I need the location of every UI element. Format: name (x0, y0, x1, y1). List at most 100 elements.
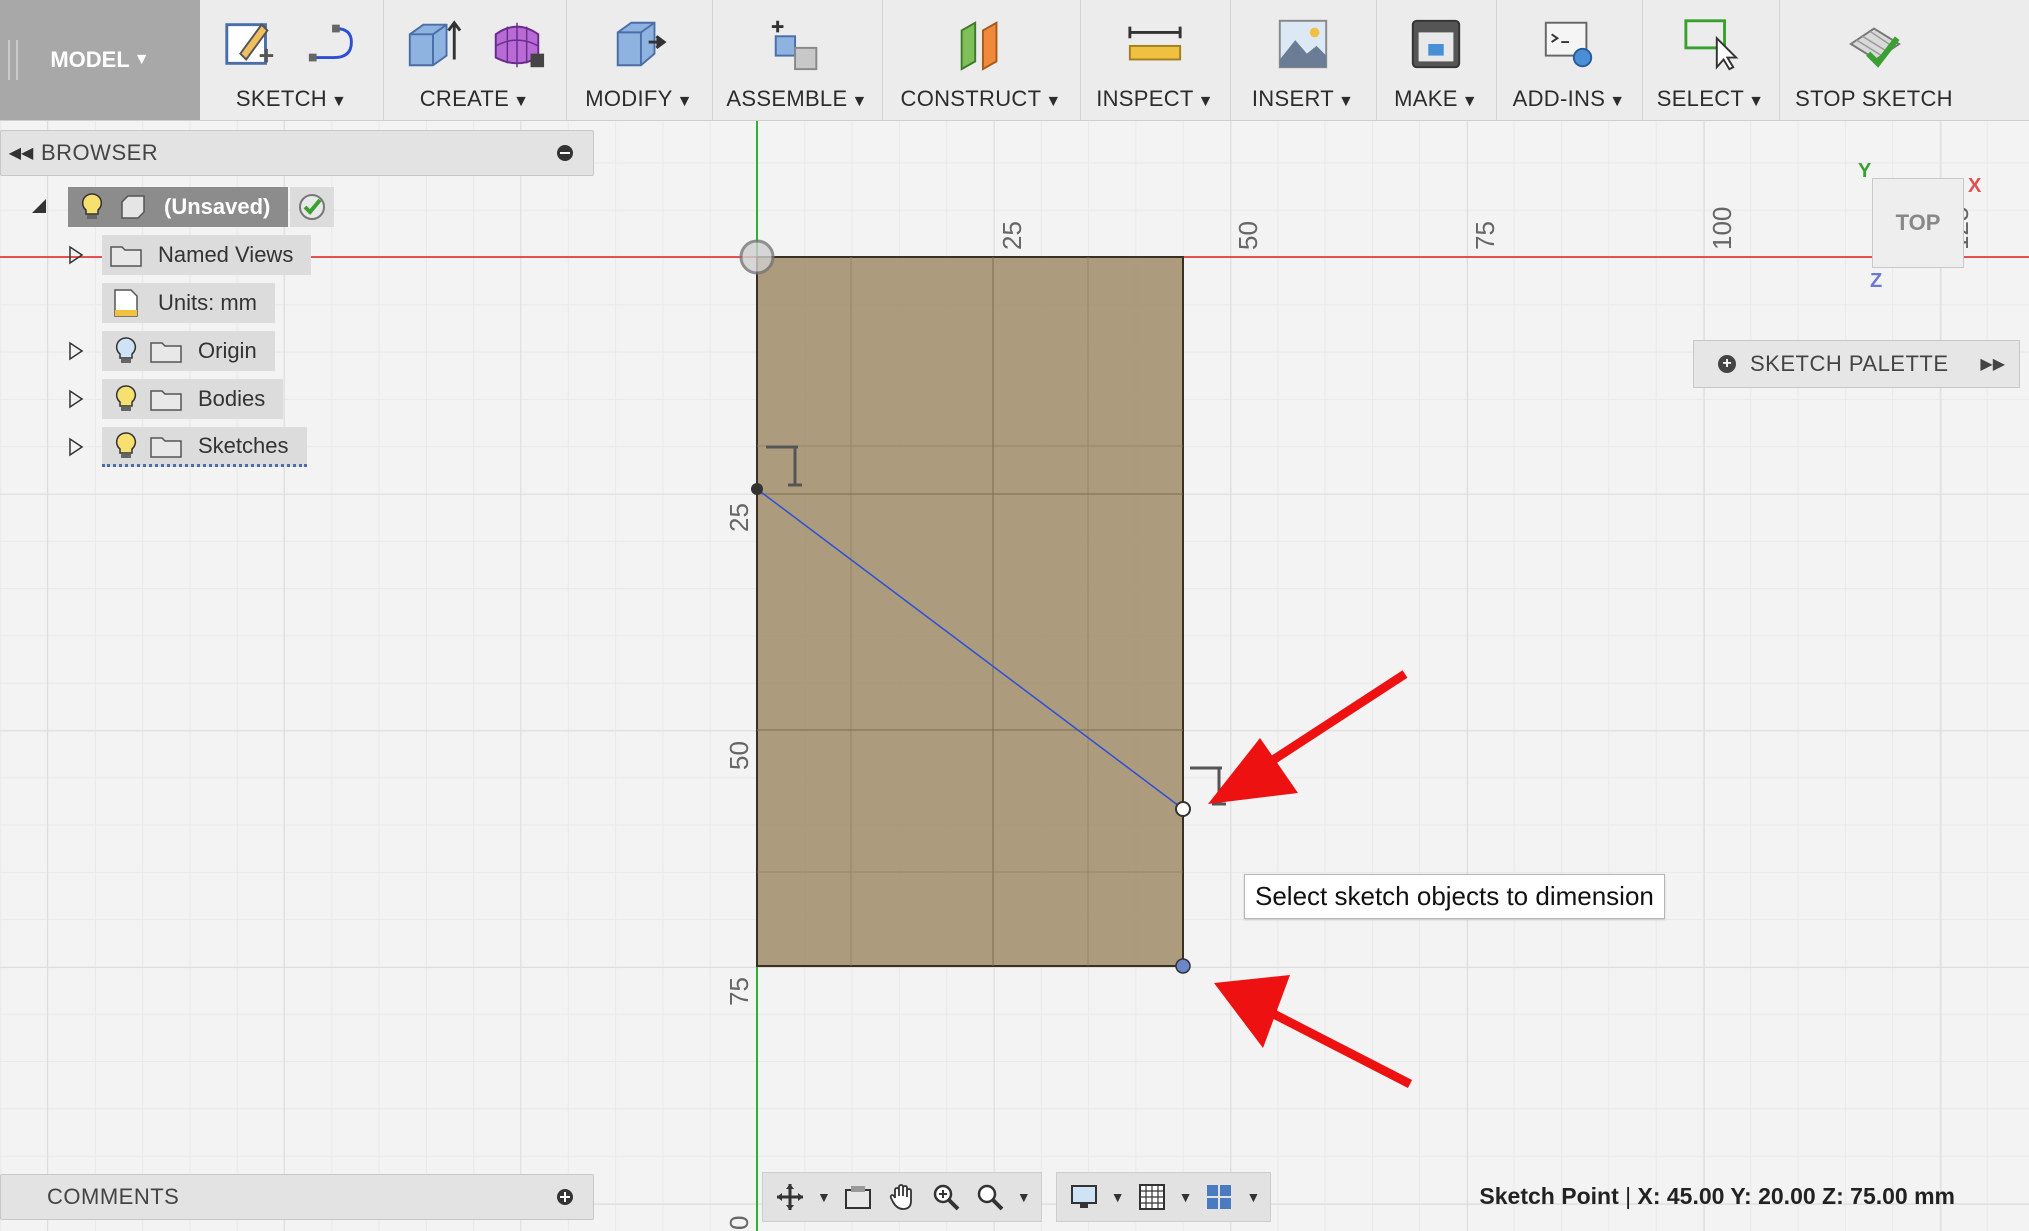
folder-icon (110, 239, 142, 271)
lightbulb-off-icon[interactable] (110, 335, 142, 367)
checkmark-icon[interactable] (290, 187, 335, 227)
create-sketch-icon[interactable] (221, 14, 279, 74)
offset-plane-icon[interactable] (952, 14, 1010, 74)
chevron-down-icon: ▼ (676, 93, 693, 110)
lightbulb-icon[interactable] (76, 191, 108, 223)
chevron-down-icon: ▼ (1461, 93, 1478, 110)
axis-y-label: Y (1858, 160, 1872, 182)
line-tool-icon[interactable] (305, 14, 363, 74)
tree-item-named-views[interactable]: Named Views (66, 235, 312, 275)
browser-panel-header[interactable]: ◀◀ BROWSER (0, 130, 594, 176)
lightbulb-icon[interactable] (110, 430, 142, 462)
look-at-icon[interactable] (841, 1180, 875, 1214)
sketch-point-corner[interactable] (1175, 958, 1191, 974)
addins-menu-label: ADD-INS (1512, 86, 1606, 111)
minimize-icon[interactable] (551, 139, 579, 167)
expand-triangle-icon[interactable] (66, 341, 86, 361)
stop-sketch-label: STOP SKETCH (1795, 86, 1953, 111)
ruler-left-75: 75 (724, 977, 754, 1006)
expand-triangle-icon[interactable] (66, 245, 86, 265)
expand-plus-icon[interactable]: + (1718, 355, 1736, 373)
bodies-node[interactable]: Bodies (102, 379, 284, 419)
chevron-down-icon: ▼ (851, 93, 868, 110)
sketches-node[interactable]: Sketches (102, 427, 307, 467)
extrude-icon[interactable] (404, 14, 462, 74)
comments-panel-header[interactable]: COMMENTS (0, 1174, 594, 1220)
chevron-down-icon[interactable]: ▼ (1179, 1189, 1193, 1205)
tree-item-bodies[interactable]: Bodies (66, 379, 284, 419)
assemble-menu[interactable]: ASSEMBLE ▼ (712, 0, 883, 120)
tree-item-units[interactable]: Units: mm (66, 283, 275, 323)
grid-settings-icon[interactable] (1135, 1180, 1169, 1214)
grip-handle[interactable] (8, 40, 18, 80)
sketch-point-selected[interactable] (1175, 801, 1191, 817)
insert-menu-label: INSERT (1251, 86, 1334, 111)
origin-label: Origin (198, 338, 257, 363)
stop-sketch-button[interactable]: STOP SKETCH (1779, 0, 1969, 120)
chevron-down-icon: ▼ (1197, 93, 1214, 110)
modify-menu[interactable]: MODIFY ▼ (566, 0, 713, 120)
sketch-menu[interactable]: SKETCH ▼ (200, 0, 384, 120)
origin-node[interactable]: Origin (102, 331, 275, 371)
joint-icon[interactable] (768, 14, 826, 74)
view-cube-face[interactable]: TOP (1896, 210, 1941, 236)
chevron-down-icon[interactable]: ▼ (1246, 1189, 1260, 1205)
tree-root[interactable]: (Unsaved) (30, 187, 335, 227)
assemble-menu-label: ASSEMBLE (726, 86, 848, 111)
chevron-down-icon[interactable]: ▼ (1111, 1189, 1125, 1205)
create-menu[interactable]: CREATE ▼ (383, 0, 567, 120)
make-menu[interactable]: MAKE ▼ (1376, 0, 1497, 120)
add-comment-icon[interactable] (551, 1183, 579, 1211)
collapse-triangle-icon[interactable] (30, 197, 50, 217)
expand-triangle-icon[interactable] (66, 437, 86, 457)
sketch-rectangle[interactable] (756, 256, 1184, 967)
units-node[interactable]: Units: mm (102, 283, 275, 323)
expand-right-icon[interactable]: ▶▶ (1980, 354, 2005, 374)
display-settings-icon[interactable] (1067, 1180, 1101, 1214)
bodies-label: Bodies (198, 386, 266, 411)
sketch-viewport[interactable]: 25 50 75 100 125 25 50 75 0 (0, 120, 2029, 1231)
chevron-down-icon[interactable]: ▼ (1017, 1189, 1031, 1205)
chevron-down-icon: ▼ (1045, 93, 1062, 110)
finish-sketch-icon[interactable] (1845, 14, 1903, 74)
press-pull-icon[interactable] (610, 14, 668, 74)
orbit-icon[interactable] (773, 1180, 807, 1214)
ruler-left-25: 25 (724, 503, 754, 532)
named-views-node[interactable]: Named Views (102, 235, 312, 275)
measure-icon[interactable] (1126, 14, 1184, 74)
collapse-left-icon[interactable]: ◀◀ (1, 143, 41, 163)
nav-group-display: ▼ ▼ ▼ (1055, 1172, 1272, 1222)
origin-point[interactable] (739, 239, 775, 275)
scripts-icon[interactable] (1540, 14, 1598, 74)
pan-hand-icon[interactable] (885, 1180, 919, 1214)
insert-menu[interactable]: INSERT ▼ (1230, 0, 1377, 120)
status-label: Sketch Point (1479, 1183, 1619, 1209)
select-icon[interactable] (1682, 14, 1740, 74)
tree-item-sketches[interactable]: Sketches (66, 427, 307, 467)
workspace-switcher[interactable]: MODEL ▼ (0, 0, 200, 120)
ruler-left-0: 0 (724, 1216, 754, 1230)
line-start-point[interactable] (751, 483, 763, 495)
expand-triangle-icon[interactable] (66, 389, 86, 409)
construct-menu[interactable]: CONSTRUCT ▼ (882, 0, 1081, 120)
zoom-icon[interactable] (929, 1180, 963, 1214)
named-views-label: Named Views (158, 242, 294, 267)
sketch-palette[interactable]: + SKETCH PALETTE ▶▶ (1693, 340, 2020, 388)
tree-item-origin[interactable]: Origin (66, 331, 275, 371)
form-icon[interactable] (488, 14, 546, 74)
chevron-down-icon: ▼ (133, 51, 150, 68)
make-menu-label: MAKE (1394, 86, 1458, 111)
select-menu[interactable]: SELECT ▼ (1642, 0, 1780, 120)
chevron-down-icon[interactable]: ▼ (817, 1189, 831, 1205)
document-node[interactable]: (Unsaved) (68, 187, 289, 227)
view-cube[interactable]: TOP (1872, 178, 1964, 268)
lightbulb-icon[interactable] (110, 383, 142, 415)
red-arrow-upper (1208, 670, 1408, 804)
document-name: (Unsaved) (164, 194, 271, 219)
viewports-icon[interactable] (1202, 1180, 1236, 1214)
addins-menu[interactable]: ADD-INS ▼ (1496, 0, 1643, 120)
inspect-menu[interactable]: INSPECT ▼ (1080, 0, 1231, 120)
3d-print-icon[interactable] (1407, 14, 1465, 74)
insert-image-icon[interactable] (1274, 14, 1332, 74)
fit-icon[interactable] (973, 1180, 1007, 1214)
